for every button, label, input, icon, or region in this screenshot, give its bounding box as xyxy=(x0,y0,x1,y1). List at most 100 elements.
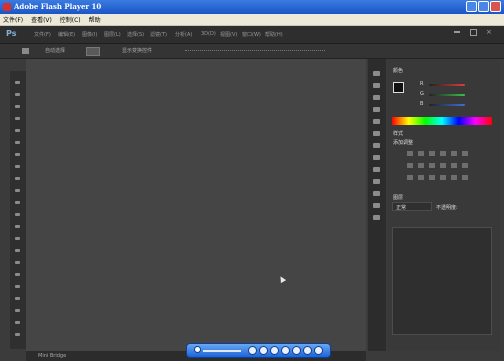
tool-button-icon[interactable] xyxy=(15,225,20,228)
adjustment-icon[interactable] xyxy=(462,175,468,180)
loop-icon[interactable] xyxy=(292,346,301,355)
menu-file[interactable]: 文件(F) xyxy=(0,14,26,24)
ps-menu-image[interactable]: 图像(I) xyxy=(82,31,97,38)
ps-menu-filter[interactable]: 滤镜(T) xyxy=(150,31,167,38)
adjustment-icon[interactable] xyxy=(429,175,435,180)
layers-panel-tab[interactable]: 图层 xyxy=(393,194,403,201)
menu-view[interactable]: 查看(V) xyxy=(28,14,55,24)
tool-button-icon[interactable] xyxy=(15,129,20,132)
show-transform-checkbox[interactable]: 显示变换控件 xyxy=(122,47,152,54)
panel-toggle-icon[interactable] xyxy=(373,215,380,220)
tool-button-icon[interactable] xyxy=(15,333,20,336)
layers-list[interactable] xyxy=(392,227,492,335)
green-slider[interactable] xyxy=(429,94,465,96)
panel-toggle-icon[interactable] xyxy=(373,179,380,184)
ps-menu-view[interactable]: 视图(V) xyxy=(220,31,237,38)
move-tool-icon[interactable] xyxy=(22,48,29,54)
panel-toggle-icon[interactable] xyxy=(373,131,380,136)
color-panel-tab[interactable]: 颜色 xyxy=(393,67,403,74)
adjustment-icon[interactable] xyxy=(407,163,413,168)
tool-button-icon[interactable] xyxy=(15,141,20,144)
auto-select-dropdown[interactable] xyxy=(86,47,100,56)
volume-icon[interactable] xyxy=(303,346,312,355)
ps-menu-3d[interactable]: 3D(D) xyxy=(201,31,216,37)
panel-toggle-icon[interactable] xyxy=(373,203,380,208)
tool-button-icon[interactable] xyxy=(15,261,20,264)
tool-button-icon[interactable] xyxy=(15,189,20,192)
ps-menu-edit[interactable]: 编辑(E) xyxy=(58,31,75,38)
adjustment-icon[interactable] xyxy=(451,163,457,168)
adjustment-icon[interactable] xyxy=(440,163,446,168)
adjustment-icon[interactable] xyxy=(407,175,413,180)
adjustment-icon[interactable] xyxy=(407,151,413,156)
tool-button-icon[interactable] xyxy=(15,153,20,156)
progress-track[interactable] xyxy=(203,350,241,352)
tool-button-icon[interactable] xyxy=(15,201,20,204)
ps-minimize-icon[interactable] xyxy=(454,31,460,33)
red-slider[interactable] xyxy=(429,84,465,86)
panel-toggle-icon[interactable] xyxy=(373,143,380,148)
ps-menu-window[interactable]: 窗口(W) xyxy=(242,31,261,38)
stop-icon[interactable] xyxy=(259,346,268,355)
close-icon[interactable] xyxy=(490,1,501,12)
adjustment-icon[interactable] xyxy=(440,151,446,156)
panel-toggle-icon[interactable] xyxy=(373,167,380,172)
styles-panel-tab[interactable]: 样式 xyxy=(393,130,403,137)
adjustment-icon[interactable] xyxy=(429,163,435,168)
tool-button-icon[interactable] xyxy=(15,309,20,312)
ps-maximize-icon[interactable] xyxy=(470,29,477,36)
foreground-color-swatch[interactable] xyxy=(393,82,404,93)
document-canvas[interactable] xyxy=(26,59,366,351)
panel-toggle-icon[interactable] xyxy=(373,107,380,112)
tool-button-icon[interactable] xyxy=(15,177,20,180)
panel-toggle-icon[interactable] xyxy=(373,95,380,100)
adjustment-icon[interactable] xyxy=(418,151,424,156)
mini-bridge-label[interactable]: Mini Bridge xyxy=(38,353,66,359)
rewind-icon[interactable] xyxy=(248,346,257,355)
tool-button-icon[interactable] xyxy=(15,297,20,300)
ps-menu-select[interactable]: 选择(S) xyxy=(127,31,144,38)
fullscreen-icon[interactable] xyxy=(314,346,323,355)
align-buttons[interactable] xyxy=(185,50,325,53)
panel-toggle-icon[interactable] xyxy=(373,83,380,88)
menu-help[interactable]: 帮助 xyxy=(86,14,104,24)
adjustment-icon[interactable] xyxy=(440,175,446,180)
blue-slider[interactable] xyxy=(429,104,465,106)
tool-button-icon[interactable] xyxy=(15,213,20,216)
tool-button-icon[interactable] xyxy=(15,321,20,324)
ps-menu-help[interactable]: 帮助(H) xyxy=(265,31,283,38)
panel-toggle-icon[interactable] xyxy=(373,155,380,160)
ps-menu-layer[interactable]: 图层(L) xyxy=(104,31,121,38)
forward-icon[interactable] xyxy=(281,346,290,355)
tool-button-icon[interactable] xyxy=(15,117,20,120)
panel-toggle-icon[interactable] xyxy=(373,191,380,196)
tool-button-icon[interactable] xyxy=(15,237,20,240)
adjustment-icon[interactable] xyxy=(418,163,424,168)
ps-close-icon[interactable]: × xyxy=(486,28,492,36)
panel-toggle-icon[interactable] xyxy=(373,119,380,124)
tool-button-icon[interactable] xyxy=(15,81,20,84)
tool-button-icon[interactable] xyxy=(15,273,20,276)
tool-button-icon[interactable] xyxy=(15,93,20,96)
blend-mode-select[interactable]: 正常 xyxy=(392,202,432,211)
panel-toggle-icon[interactable] xyxy=(373,71,380,76)
adjustment-icon[interactable] xyxy=(451,151,457,156)
tool-button-icon[interactable] xyxy=(15,249,20,252)
ps-menu-analysis[interactable]: 分析(A) xyxy=(175,31,192,38)
adjustment-icon[interactable] xyxy=(429,151,435,156)
adjustment-icon[interactable] xyxy=(451,175,457,180)
adjustment-icon[interactable] xyxy=(462,163,468,168)
adjustment-icon[interactable] xyxy=(462,151,468,156)
auto-select-checkbox[interactable]: 自动选择 xyxy=(45,47,65,54)
tool-button-icon[interactable] xyxy=(15,285,20,288)
progress-knob[interactable] xyxy=(194,346,201,353)
ps-menu-file[interactable]: 文件(F) xyxy=(34,31,51,38)
maximize-icon[interactable] xyxy=(478,1,489,12)
menu-control[interactable]: 控制(C) xyxy=(57,14,84,24)
adjustment-icon[interactable] xyxy=(418,175,424,180)
color-spectrum[interactable] xyxy=(392,117,492,125)
tool-button-icon[interactable] xyxy=(15,165,20,168)
tool-button-icon[interactable] xyxy=(15,105,20,108)
minimize-icon[interactable] xyxy=(466,1,477,12)
play-icon[interactable] xyxy=(270,346,279,355)
